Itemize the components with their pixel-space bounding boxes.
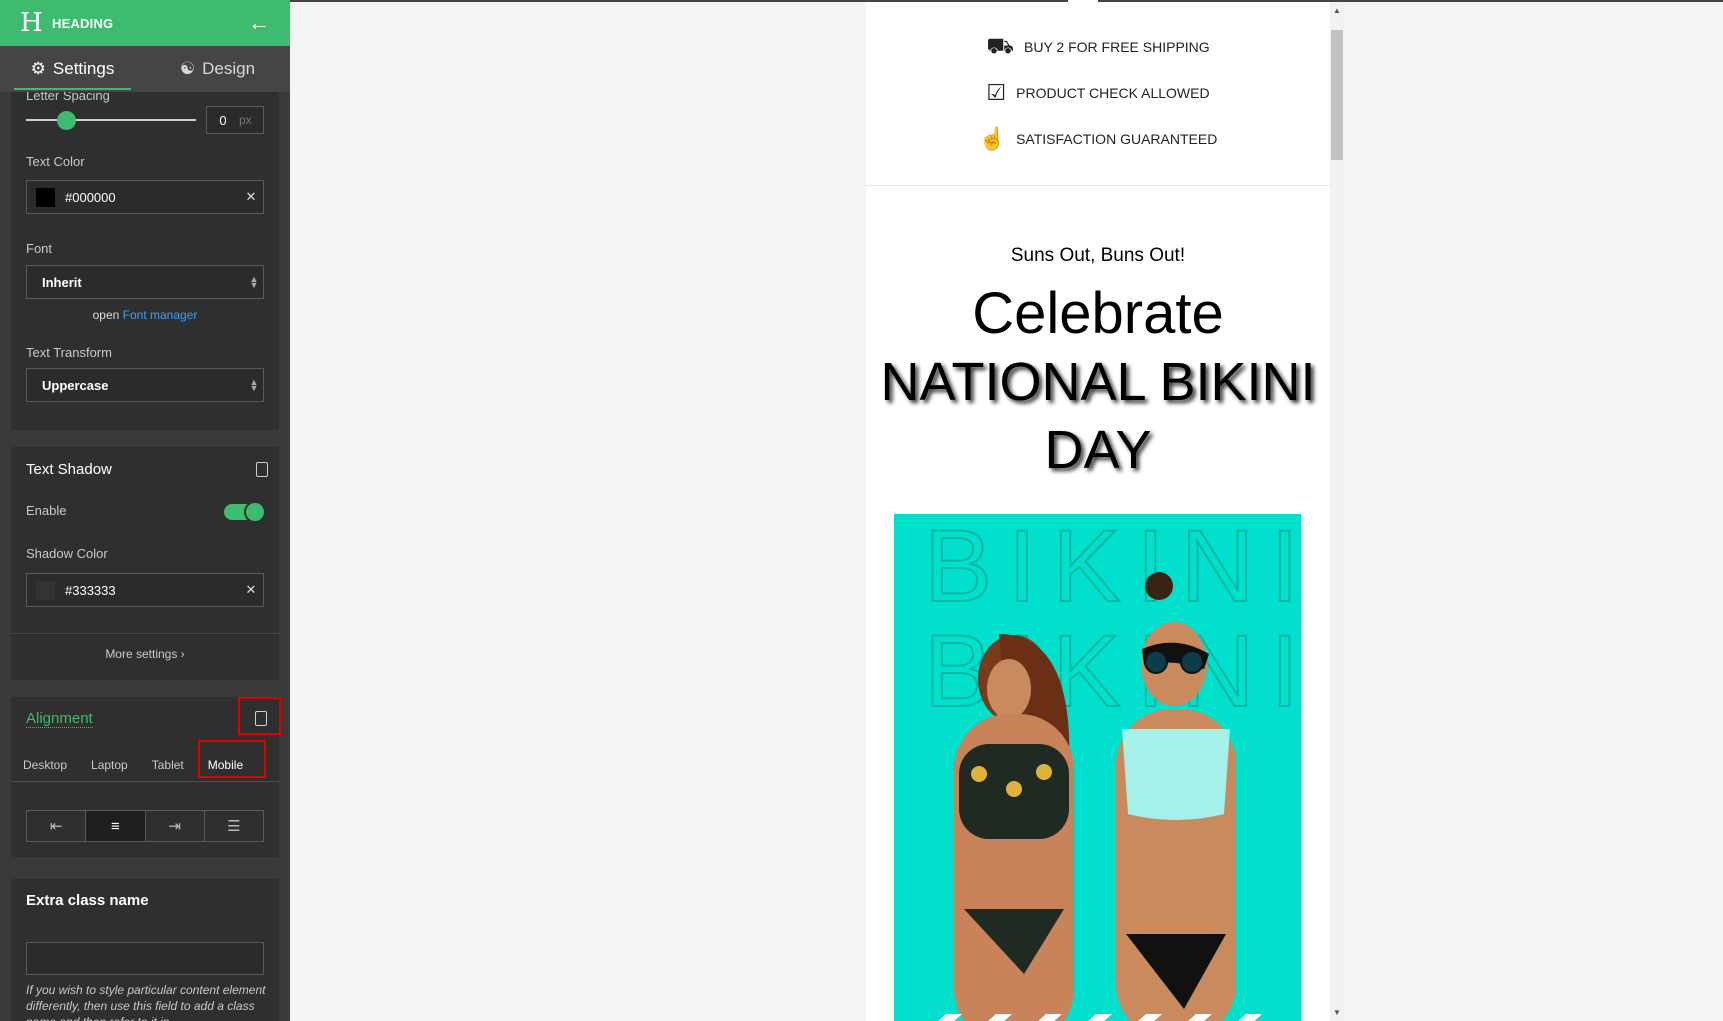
usp-item: ☝ SATISFACTION GUARANTEED <box>866 124 1330 154</box>
letter-spacing-unit: px <box>239 113 252 127</box>
extra-class-help: If you wish to style particular content … <box>26 983 266 1021</box>
thumbs-up-icon: ☝ <box>978 126 1007 151</box>
clear-text-color-icon[interactable]: ✕ <box>239 189 263 205</box>
typography-panel: Letter Spacing 0 px Text Color #000000 ✕… <box>11 92 279 430</box>
hero-illustration: BIKINI BIKINI <box>923 514 1301 1021</box>
settings-sidebar: H HEADING ← ⚙ Settings ☯ Design Letter S… <box>0 0 290 1021</box>
shadow-color-field[interactable]: #333333 ✕ <box>26 573 264 607</box>
shadow-color-label: Shadow Color <box>26 546 108 561</box>
font-label: Font <box>26 241 53 256</box>
text-color-label: Text Color <box>26 154 85 169</box>
text-shadow-title: Text Shadow <box>26 461 112 478</box>
sidebar-tabs: ⚙ Settings ☯ Design <box>0 46 290 92</box>
tab-design-label: Design <box>202 59 256 78</box>
text-transform-value: Uppercase <box>42 377 109 393</box>
font-manager-link[interactable]: Font manager <box>123 308 198 322</box>
alignment-title: Alignment <box>26 710 93 728</box>
shadow-enable-label: Enable <box>26 503 67 518</box>
clear-shadow-color-icon[interactable]: ✕ <box>239 582 263 598</box>
heading-element-logo: H <box>20 8 43 38</box>
font-manager-prefix: open <box>92 308 120 322</box>
device-tab-tablet[interactable]: Tablet <box>140 748 196 781</box>
alignment-panel: Alignment Desktop Laptop Tablet Mobile ⇤… <box>11 697 281 857</box>
mobile-tab-highlight <box>198 740 266 778</box>
letter-spacing-label: Letter Spacing <box>26 92 110 103</box>
usp-text: BUY 2 FOR FREE SHIPPING <box>1024 39 1210 55</box>
scroll-down-icon[interactable]: ▼ <box>1333 1008 1341 1017</box>
hero-watermark-text: BIKINI <box>924 514 1301 623</box>
select-arrows-icon: ▲ ▼ <box>249 377 259 393</box>
panel-divider <box>11 633 279 634</box>
toggle-knob <box>244 501 266 523</box>
more-settings-link[interactable]: More settings › <box>11 647 279 661</box>
text-transform-select[interactable]: Uppercase ▲ ▼ <box>26 368 264 402</box>
extra-class-panel: Extra class name If you wish to style pa… <box>11 879 279 1021</box>
shadow-color-value: #333333 <box>65 582 116 598</box>
alignment-buttons: ⇤ ≡ ⇥ ☰ <box>26 810 264 842</box>
font-value: Inherit <box>42 274 82 290</box>
scrollbar-thumb[interactable] <box>1331 30 1343 160</box>
preview-scrollbar[interactable]: ▲ ▼ <box>1330 2 1344 1021</box>
tab-settings[interactable]: ⚙ Settings <box>0 46 145 92</box>
element-title: HEADING <box>52 15 114 31</box>
arrow-left-icon[interactable]: ← <box>248 12 270 34</box>
usp-text: SATISFACTION GUARANTEED <box>1016 131 1218 147</box>
extra-class-title: Extra class name <box>26 892 149 909</box>
letter-spacing-input[interactable]: 0 px <box>206 106 264 134</box>
sidebar-header: H HEADING ← <box>0 0 290 46</box>
font-select[interactable]: Inherit ▲ ▼ <box>26 265 264 299</box>
letter-spacing-slider-handle[interactable] <box>57 111 76 130</box>
tab-settings-label: Settings <box>52 59 115 78</box>
text-color-value: #000000 <box>65 189 116 205</box>
scroll-up-icon[interactable]: ▲ <box>1333 6 1341 15</box>
hero-image[interactable]: BIKINI BIKINI <box>894 514 1301 1021</box>
mobile-device-icon[interactable] <box>256 462 268 477</box>
usp-item: ☑ PRODUCT CHECK ALLOWED <box>866 78 1330 108</box>
text-transform-label: Text Transform <box>26 345 112 360</box>
select-arrows-icon: ▲ ▼ <box>249 274 259 290</box>
palette-icon: ☯ <box>179 59 196 78</box>
headline-line2[interactable]: NATIONAL BIKINI DAY <box>866 348 1330 484</box>
align-justify-icon[interactable]: ☰ <box>205 811 263 841</box>
active-tab-indicator <box>14 88 131 90</box>
gear-icon: ⚙ <box>30 59 46 78</box>
device-tab-laptop[interactable]: Laptop <box>79 748 140 781</box>
letter-spacing-value: 0 <box>219 112 227 128</box>
headline-line1[interactable]: Celebrate <box>866 280 1330 347</box>
align-left-icon[interactable]: ⇤ <box>27 811 87 841</box>
tab-design[interactable]: ☯ Design <box>145 46 290 92</box>
subheading-text[interactable]: Suns Out, Buns Out! <box>866 245 1330 267</box>
device-tab-desktop[interactable]: Desktop <box>11 748 79 781</box>
box-check-icon: ☑ <box>986 80 1007 105</box>
shadow-enable-toggle[interactable] <box>224 501 266 523</box>
align-right-icon[interactable]: ⇥ <box>146 811 205 841</box>
text-color-swatch[interactable] <box>36 187 55 207</box>
page-preview[interactable]: ⛟ BUY 2 FOR FREE SHIPPING ☑ PRODUCT CHEC… <box>866 2 1330 1021</box>
font-manager-line: open Font manager <box>11 308 279 322</box>
text-color-field[interactable]: #000000 ✕ <box>26 180 264 214</box>
extra-class-input[interactable] <box>26 942 264 975</box>
shadow-color-swatch[interactable] <box>36 580 55 600</box>
letter-spacing-slider[interactable] <box>26 119 196 121</box>
truck-icon: ⛟ <box>986 32 1014 58</box>
device-icon-highlight <box>238 697 281 735</box>
align-center-icon[interactable]: ≡ <box>86 811 146 841</box>
usp-item: ⛟ BUY 2 FOR FREE SHIPPING <box>866 32 1330 62</box>
section-divider <box>866 185 1330 186</box>
usp-text: PRODUCT CHECK ALLOWED <box>1016 85 1210 101</box>
text-shadow-panel: Text Shadow Enable Shadow Color #333333 … <box>11 447 279 680</box>
